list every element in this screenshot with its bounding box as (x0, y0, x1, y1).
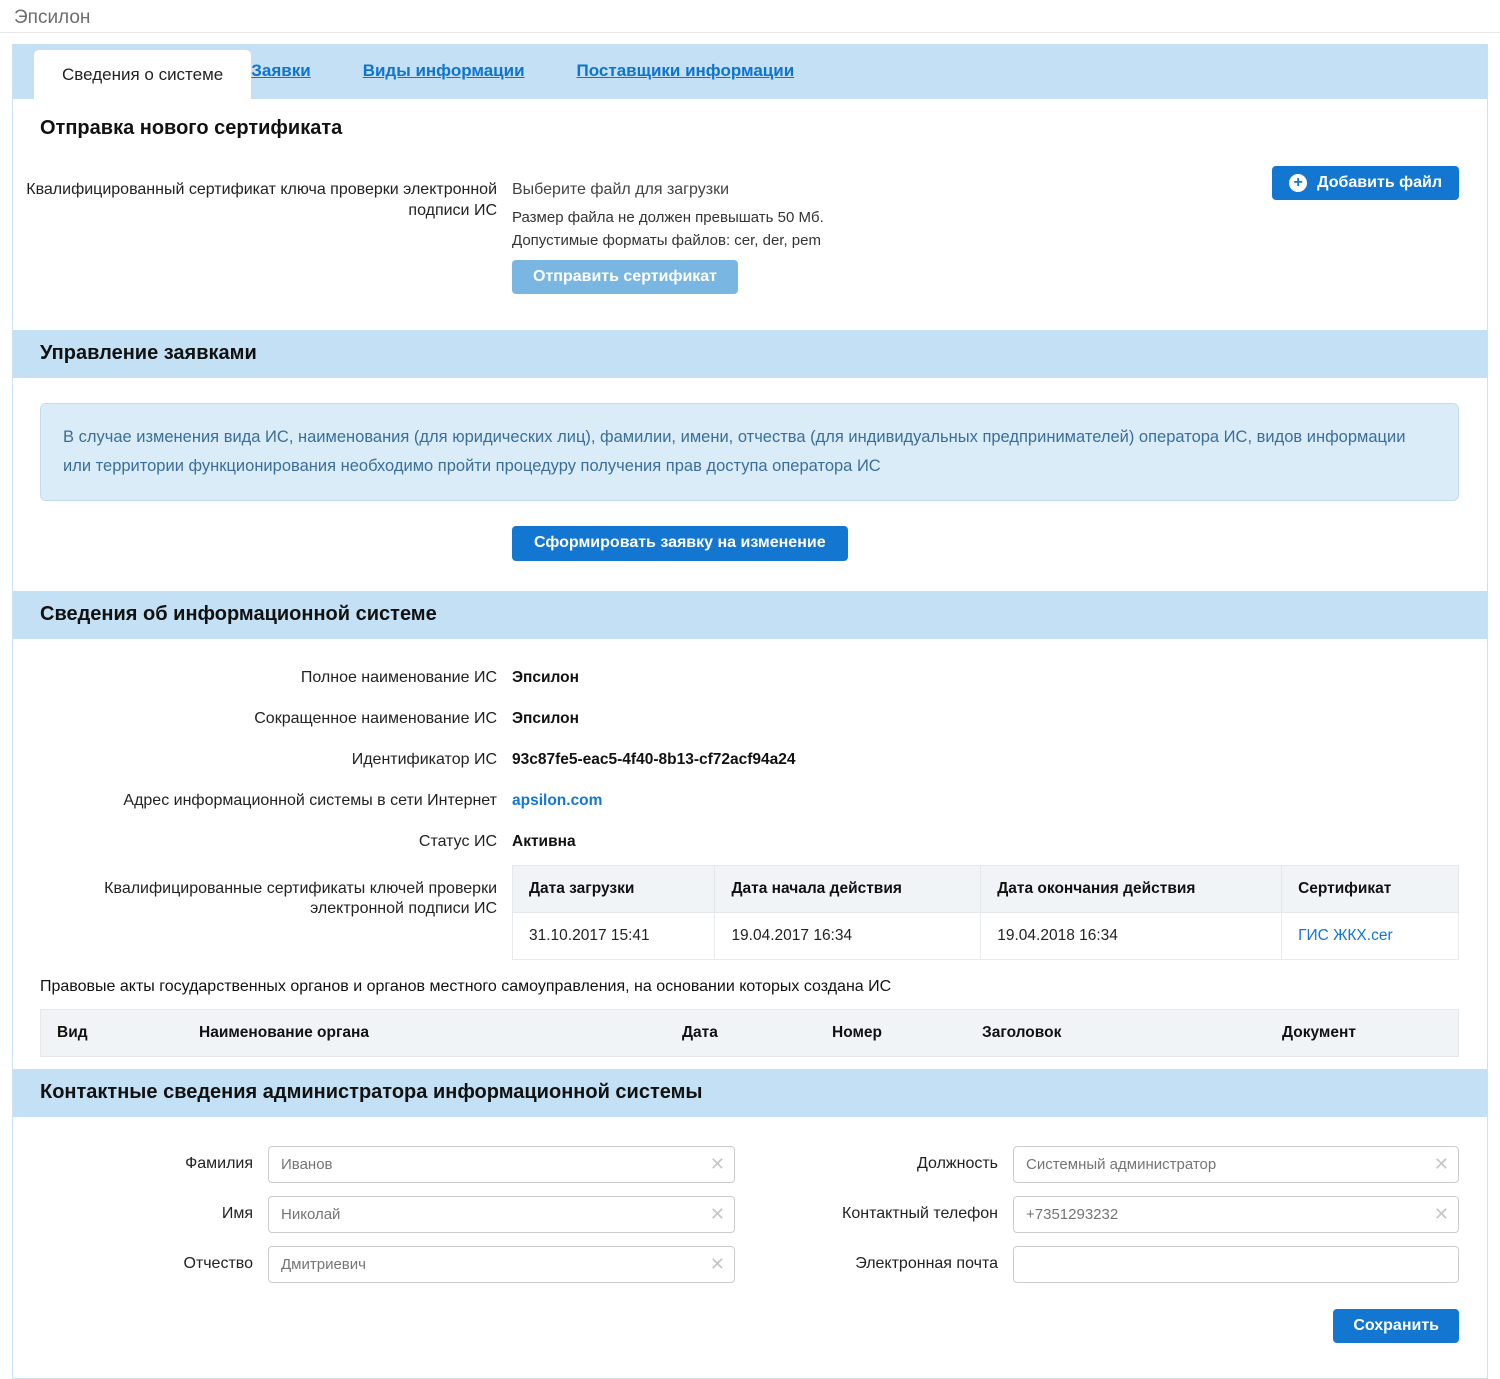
file-formats-hint: Допустимые форматы файлов: cer, der, pem (512, 232, 824, 249)
cert-start-date: 19.04.2017 16:34 (715, 912, 981, 959)
legal-col-document: Документ (1266, 1024, 1458, 1042)
form-row-email: Электронная почта (735, 1246, 1459, 1283)
detail-row-internet-address: Адрес информационной системы в сети Инте… (13, 791, 1487, 811)
plus-circle-icon: + (1289, 174, 1307, 192)
clear-phone-icon[interactable]: ✕ (1434, 1205, 1449, 1223)
legal-col-authority: Наименование органа (183, 1024, 666, 1042)
cert-col-upload-date: Дата загрузки (513, 865, 715, 912)
first-name-label: Имя (13, 1205, 268, 1223)
tab-bar: Сведения о системе Заявки Виды информаци… (13, 44, 1487, 99)
table-row: 31.10.2017 15:41 19.04.2017 16:34 19.04.… (513, 912, 1459, 959)
system-url-link[interactable]: apsilon.com (512, 792, 602, 809)
tab-information-providers[interactable]: Поставщики информации (577, 61, 795, 81)
detail-row-short-name: Сокращенное наименование ИС Эпсилон (13, 709, 1487, 729)
certificates-label: Квалифицированные сертификаты ключей про… (13, 865, 497, 960)
certificates-table-header-row: Дата загрузки Дата начала действия Дата … (513, 865, 1459, 912)
legal-col-date: Дата (666, 1024, 816, 1042)
page-header: Эпсилон (0, 0, 1500, 33)
last-name-label: Фамилия (13, 1155, 268, 1173)
clear-last-name-icon[interactable]: ✕ (710, 1155, 725, 1173)
last-name-field[interactable] (268, 1146, 735, 1183)
cert-end-date: 19.04.2018 16:34 (981, 912, 1282, 959)
certificate-upload-heading: Отправка нового сертификата (40, 117, 1487, 140)
legal-col-number: Номер (816, 1024, 966, 1042)
first-name-field[interactable] (268, 1196, 735, 1233)
send-certificate-button[interactable]: Отправить сертификат (512, 260, 738, 294)
save-button[interactable]: Сохранить (1333, 1309, 1459, 1343)
phone-field[interactable] (1013, 1196, 1459, 1233)
position-label: Должность (735, 1155, 1013, 1173)
phone-label: Контактный телефон (735, 1205, 1013, 1223)
clear-middle-name-icon[interactable]: ✕ (710, 1255, 725, 1273)
email-field[interactable] (1013, 1246, 1459, 1283)
status-label: Статус ИС (13, 832, 497, 852)
cert-col-end-date: Дата окончания действия (981, 865, 1282, 912)
section-requests-management: Управление заявками В случае изменения в… (13, 330, 1487, 591)
add-file-button-label: Добавить файл (1317, 174, 1442, 192)
choose-file-text: Выберите файл для загрузки (512, 181, 824, 199)
detail-row-certificates: Квалифицированные сертификаты ключей про… (13, 865, 1487, 960)
legal-col-heading: Заголовок (966, 1024, 1266, 1042)
short-name-label: Сокращенное наименование ИС (13, 709, 497, 729)
detail-row-full-name: Полное наименование ИС Эпсилон (13, 668, 1487, 688)
email-label: Электронная почта (735, 1255, 1013, 1273)
requests-section-heading: Управление заявками (13, 330, 1487, 378)
system-info-heading: Сведения об информационной системе (13, 591, 1487, 639)
identifier-label: Идентификатор ИС (13, 750, 497, 770)
detail-row-status: Статус ИС Активна (13, 832, 1487, 852)
certificate-file-link[interactable]: ГИС ЖКХ.cer (1298, 927, 1393, 944)
form-row-position: Должность ✕ (735, 1146, 1459, 1183)
cert-col-certificate: Сертификат (1282, 865, 1459, 912)
full-name-label: Полное наименование ИС (13, 668, 497, 688)
section-admin-contacts: Контактные сведения администратора инфор… (13, 1069, 1487, 1343)
form-row-first-name: Имя ✕ (13, 1196, 735, 1233)
create-change-request-button[interactable]: Сформировать заявку на изменение (512, 526, 848, 561)
contacts-section-heading: Контактные сведения администратора инфор… (13, 1069, 1487, 1117)
detail-row-identifier: Идентификатор ИС 93c87fe5-eac5-4f40-8b13… (13, 750, 1487, 770)
legal-acts-title: Правовые акты государственных органов и … (40, 978, 1459, 996)
form-row-middle-name: Отчество ✕ (13, 1246, 735, 1283)
legal-acts-table-header: Вид Наименование органа Дата Номер Загол… (40, 1009, 1459, 1057)
section-system-info: Сведения об информационной системе Полно… (13, 591, 1487, 1057)
certificate-field-label: Квалифицированный сертификат ключа прове… (13, 174, 497, 294)
page-title: Эпсилон (14, 7, 90, 28)
tab-requests[interactable]: Заявки (251, 61, 310, 81)
legal-col-type: Вид (41, 1024, 183, 1042)
full-name-value: Эпсилон (512, 668, 579, 688)
position-field[interactable] (1013, 1146, 1459, 1183)
middle-name-label: Отчество (13, 1255, 268, 1273)
tab-system-info[interactable]: Сведения о системе (34, 50, 251, 99)
internet-address-label: Адрес информационной системы в сети Инте… (13, 791, 497, 811)
section-certificate-upload: Отправка нового сертификата Квалифициров… (13, 117, 1487, 330)
status-value: Активна (512, 832, 576, 852)
form-row-phone: Контактный телефон ✕ (735, 1196, 1459, 1233)
form-row-last-name: Фамилия ✕ (13, 1146, 735, 1183)
identifier-value: 93c87fe5-eac5-4f40-8b13-cf72acf94a24 (512, 750, 796, 770)
clear-position-icon[interactable]: ✕ (1434, 1155, 1449, 1173)
file-size-hint: Размер файла не должен превышать 50 Мб. (512, 209, 824, 226)
add-file-button[interactable]: + Добавить файл (1272, 166, 1459, 200)
tab-information-types[interactable]: Виды информации (363, 61, 525, 81)
main-panel: Сведения о системе Заявки Виды информаци… (12, 44, 1488, 1379)
clear-first-name-icon[interactable]: ✕ (710, 1205, 725, 1223)
middle-name-field[interactable] (268, 1246, 735, 1283)
requests-notice: В случае изменения вида ИС, наименования… (40, 403, 1459, 501)
certificates-table: Дата загрузки Дата начала действия Дата … (512, 865, 1459, 960)
short-name-value: Эпсилон (512, 709, 579, 729)
cert-col-start-date: Дата начала действия (715, 865, 981, 912)
cert-upload-date: 31.10.2017 15:41 (513, 912, 715, 959)
